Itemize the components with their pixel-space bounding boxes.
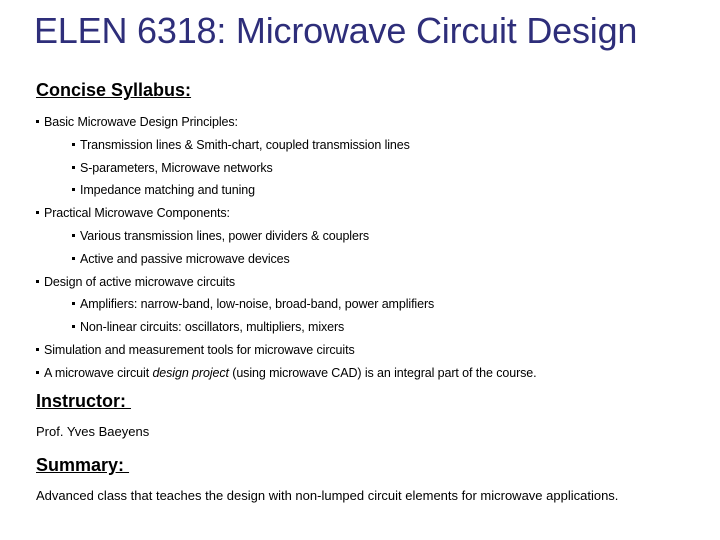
syllabus-subitem: S-parameters, Microwave networks	[72, 161, 273, 175]
bullet-icon	[72, 234, 75, 237]
syllabus-subitem: Transmission lines & Smith-chart, couple…	[72, 138, 410, 152]
bullet-icon	[36, 371, 39, 374]
syllabus-item-text: Design of active microwave circuits	[44, 274, 236, 289]
bullet-icon	[36, 120, 39, 123]
summary-heading: Summary:	[36, 455, 130, 475]
syllabus-subitem: Impedance matching and tuning	[72, 183, 255, 197]
syllabus-item-text: Practical Microwave Components:	[44, 206, 230, 221]
project-prefix: A microwave circuit	[44, 366, 153, 380]
syllabus-item-text: S-parameters, Microwave networks	[80, 160, 273, 175]
syllabus-item: Simulation and measurement tools for mic…	[36, 343, 355, 357]
syllabus-item: Basic Microwave Design Principles:	[36, 115, 238, 129]
syllabus-item-text: Amplifiers: narrow-band, low-noise, broa…	[80, 297, 435, 312]
bullet-icon	[72, 325, 75, 329]
syllabus-item-text: Non-linear circuits: oscillators, multip…	[80, 320, 345, 335]
syllabus-subitem: Non-linear circuits: oscillators, multip…	[72, 320, 344, 334]
syllabus-item-text: Various transmission lines, power divide…	[80, 229, 370, 243]
bullet-icon	[36, 348, 39, 351]
syllabus-item-text: Transmission lines & Smith-chart, couple…	[80, 137, 410, 152]
bullet-icon	[72, 256, 75, 260]
syllabus-heading: Concise Syllabus:	[36, 80, 192, 100]
syllabus-subitem: Amplifiers: narrow-band, low-noise, broa…	[72, 297, 434, 311]
syllabus-item-text: Basic Microwave Design Principles:	[44, 115, 238, 129]
syllabus-item: Practical Microwave Components:	[36, 206, 230, 220]
project-suffix: (using microwave CAD) is an integral par…	[228, 366, 537, 380]
bullet-icon	[36, 279, 39, 283]
syllabus-item-text: Impedance matching and tuning	[80, 183, 255, 198]
syllabus-item-text: Simulation and measurement tools for mic…	[44, 343, 355, 357]
page-title: ELEN 6318: Microwave Circuit Design	[34, 10, 638, 51]
bullet-icon	[36, 211, 39, 215]
project-emphasis: design project	[152, 366, 229, 380]
instructor-name: Prof. Yves Baeyens	[36, 424, 150, 439]
syllabus-item: Design of active microwave circuits	[36, 275, 235, 289]
syllabus-item-text: Active and passive microwave devices	[80, 251, 290, 266]
syllabus-subitem: Active and passive microwave devices	[72, 252, 290, 266]
instructor-heading: Instructor:	[36, 391, 132, 411]
syllabus-subitem: Various transmission lines, power divide…	[72, 229, 369, 243]
bullet-icon	[72, 188, 75, 192]
bullet-icon	[72, 165, 75, 169]
project-item: A microwave circuit design project (usin…	[36, 366, 537, 380]
bullet-icon	[72, 302, 75, 306]
summary-text: Advanced class that teaches the design w…	[36, 488, 619, 503]
bullet-icon	[72, 142, 75, 146]
